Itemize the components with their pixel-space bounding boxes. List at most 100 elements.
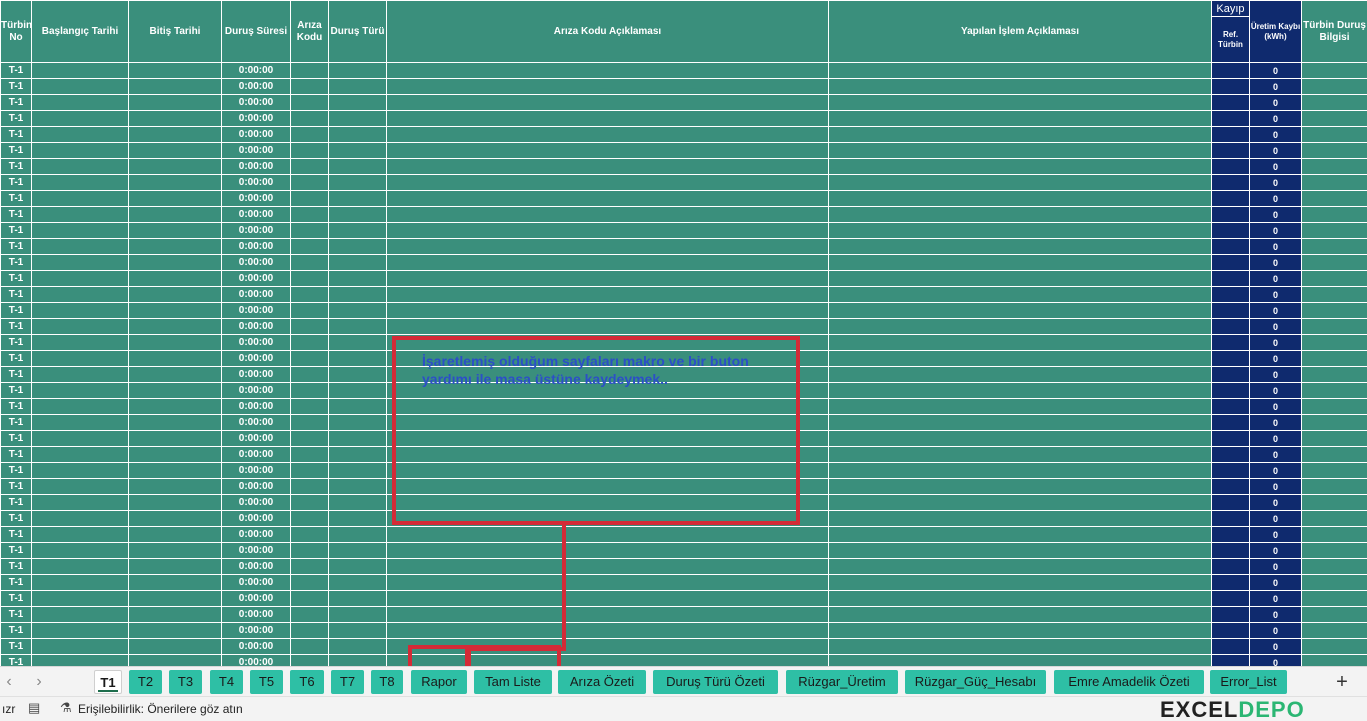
cell-ariza-kodu[interactable] bbox=[290, 62, 329, 79]
cell-turbin-durus-bilgisi[interactable] bbox=[1301, 526, 1367, 543]
col-header-islem-aciklama[interactable]: Yapılan İşlem Açıklaması bbox=[828, 0, 1212, 63]
cell-bitis[interactable] bbox=[128, 254, 222, 271]
cell-islem-aciklama[interactable] bbox=[828, 494, 1212, 511]
cell-baslangic[interactable] bbox=[31, 318, 129, 335]
cell-durus-suresi[interactable]: 0:00:00 bbox=[221, 446, 291, 463]
cell-ariza-aciklama[interactable] bbox=[386, 558, 829, 575]
cell-bitis[interactable] bbox=[128, 478, 222, 495]
cell-uretim-kaybi[interactable]: 0 bbox=[1249, 62, 1302, 79]
cell-uretim-kaybi[interactable]: 0 bbox=[1249, 190, 1302, 207]
cell-turbin[interactable]: T-1 bbox=[0, 78, 32, 95]
cell-ariza-kodu[interactable] bbox=[290, 590, 329, 607]
cell-ref-turbin[interactable] bbox=[1211, 414, 1250, 431]
cell-durus-suresi[interactable]: 0:00:00 bbox=[221, 414, 291, 431]
cell-durus-suresi[interactable]: 0:00:00 bbox=[221, 174, 291, 191]
cell-turbin[interactable]: T-1 bbox=[0, 622, 32, 639]
cell-ariza-aciklama[interactable] bbox=[386, 414, 829, 431]
cell-uretim-kaybi[interactable]: 0 bbox=[1249, 78, 1302, 95]
cell-islem-aciklama[interactable] bbox=[828, 254, 1212, 271]
cell-turbin[interactable]: T-1 bbox=[0, 254, 32, 271]
cell-baslangic[interactable] bbox=[31, 638, 129, 655]
cell-uretim-kaybi[interactable]: 0 bbox=[1249, 638, 1302, 655]
cell-baslangic[interactable] bbox=[31, 494, 129, 511]
cell-turbin[interactable]: T-1 bbox=[0, 430, 32, 447]
cell-bitis[interactable] bbox=[128, 558, 222, 575]
cell-turbin-durus-bilgisi[interactable] bbox=[1301, 446, 1367, 463]
cell-uretim-kaybi[interactable]: 0 bbox=[1249, 526, 1302, 543]
cell-bitis[interactable] bbox=[128, 398, 222, 415]
cell-durus-turu[interactable] bbox=[328, 334, 387, 351]
cell-islem-aciklama[interactable] bbox=[828, 350, 1212, 367]
cell-baslangic[interactable] bbox=[31, 590, 129, 607]
cell-ariza-kodu[interactable] bbox=[290, 222, 329, 239]
cell-ref-turbin[interactable] bbox=[1211, 606, 1250, 623]
cell-islem-aciklama[interactable] bbox=[828, 462, 1212, 479]
cell-durus-suresi[interactable]: 0:00:00 bbox=[221, 142, 291, 159]
cell-uretim-kaybi[interactable]: 0 bbox=[1249, 350, 1302, 367]
cell-durus-turu[interactable] bbox=[328, 622, 387, 639]
cell-turbin-durus-bilgisi[interactable] bbox=[1301, 174, 1367, 191]
cell-ariza-kodu[interactable] bbox=[290, 302, 329, 319]
cell-islem-aciklama[interactable] bbox=[828, 526, 1212, 543]
cell-turbin-durus-bilgisi[interactable] bbox=[1301, 270, 1367, 287]
cell-ariza-aciklama[interactable] bbox=[386, 334, 829, 351]
cell-ariza-kodu[interactable] bbox=[290, 270, 329, 287]
cell-durus-turu[interactable] bbox=[328, 574, 387, 591]
cell-islem-aciklama[interactable] bbox=[828, 382, 1212, 399]
cell-ref-turbin[interactable] bbox=[1211, 590, 1250, 607]
cell-durus-suresi[interactable]: 0:00:00 bbox=[221, 574, 291, 591]
cell-turbin-durus-bilgisi[interactable] bbox=[1301, 78, 1367, 95]
cell-turbin-durus-bilgisi[interactable] bbox=[1301, 398, 1367, 415]
cell-ref-turbin[interactable] bbox=[1211, 206, 1250, 223]
sheet-tab[interactable]: T4 bbox=[210, 670, 243, 694]
cell-durus-turu[interactable] bbox=[328, 350, 387, 367]
cell-durus-suresi[interactable]: 0:00:00 bbox=[221, 398, 291, 415]
cell-ariza-aciklama[interactable] bbox=[386, 398, 829, 415]
cell-ref-turbin[interactable] bbox=[1211, 430, 1250, 447]
cell-bitis[interactable] bbox=[128, 302, 222, 319]
cell-durus-turu[interactable] bbox=[328, 606, 387, 623]
cell-bitis[interactable] bbox=[128, 158, 222, 175]
cell-uretim-kaybi[interactable]: 0 bbox=[1249, 622, 1302, 639]
col-header-ariza-kodu[interactable]: Arıza Kodu bbox=[290, 0, 329, 63]
cell-turbin[interactable]: T-1 bbox=[0, 606, 32, 623]
cell-uretim-kaybi[interactable]: 0 bbox=[1249, 318, 1302, 335]
cell-ref-turbin[interactable] bbox=[1211, 94, 1250, 111]
cell-durus-turu[interactable] bbox=[328, 398, 387, 415]
cell-turbin-durus-bilgisi[interactable] bbox=[1301, 478, 1367, 495]
cell-uretim-kaybi[interactable]: 0 bbox=[1249, 430, 1302, 447]
cell-turbin-durus-bilgisi[interactable] bbox=[1301, 542, 1367, 559]
cell-ariza-kodu[interactable] bbox=[290, 254, 329, 271]
cell-islem-aciklama[interactable] bbox=[828, 318, 1212, 335]
cell-ariza-kodu[interactable] bbox=[290, 398, 329, 415]
cell-islem-aciklama[interactable] bbox=[828, 110, 1212, 127]
cell-turbin[interactable]: T-1 bbox=[0, 526, 32, 543]
cell-ariza-kodu[interactable] bbox=[290, 494, 329, 511]
cell-ariza-aciklama[interactable] bbox=[386, 638, 829, 655]
cell-ariza-aciklama[interactable] bbox=[386, 318, 829, 335]
cell-ref-turbin[interactable] bbox=[1211, 510, 1250, 527]
cell-turbin-durus-bilgisi[interactable] bbox=[1301, 654, 1367, 666]
cell-durus-turu[interactable] bbox=[328, 142, 387, 159]
cell-turbin-durus-bilgisi[interactable] bbox=[1301, 622, 1367, 639]
cell-ref-turbin[interactable] bbox=[1211, 238, 1250, 255]
cell-bitis[interactable] bbox=[128, 238, 222, 255]
cell-turbin[interactable]: T-1 bbox=[0, 414, 32, 431]
cell-ariza-kodu[interactable] bbox=[290, 366, 329, 383]
cell-uretim-kaybi[interactable]: 0 bbox=[1249, 574, 1302, 591]
cell-turbin-durus-bilgisi[interactable] bbox=[1301, 190, 1367, 207]
cell-uretim-kaybi[interactable]: 0 bbox=[1249, 302, 1302, 319]
cell-durus-suresi[interactable]: 0:00:00 bbox=[221, 222, 291, 239]
cell-islem-aciklama[interactable] bbox=[828, 398, 1212, 415]
cell-uretim-kaybi[interactable]: 0 bbox=[1249, 462, 1302, 479]
cell-ariza-kodu[interactable] bbox=[290, 174, 329, 191]
cell-durus-turu[interactable] bbox=[328, 414, 387, 431]
cell-turbin[interactable]: T-1 bbox=[0, 142, 32, 159]
sheet-tab[interactable]: T1 bbox=[94, 670, 122, 694]
cell-baslangic[interactable] bbox=[31, 110, 129, 127]
cell-turbin-durus-bilgisi[interactable] bbox=[1301, 414, 1367, 431]
cell-durus-turu[interactable] bbox=[328, 222, 387, 239]
cell-durus-suresi[interactable]: 0:00:00 bbox=[221, 606, 291, 623]
cell-durus-turu[interactable] bbox=[328, 318, 387, 335]
cell-durus-suresi[interactable]: 0:00:00 bbox=[221, 270, 291, 287]
